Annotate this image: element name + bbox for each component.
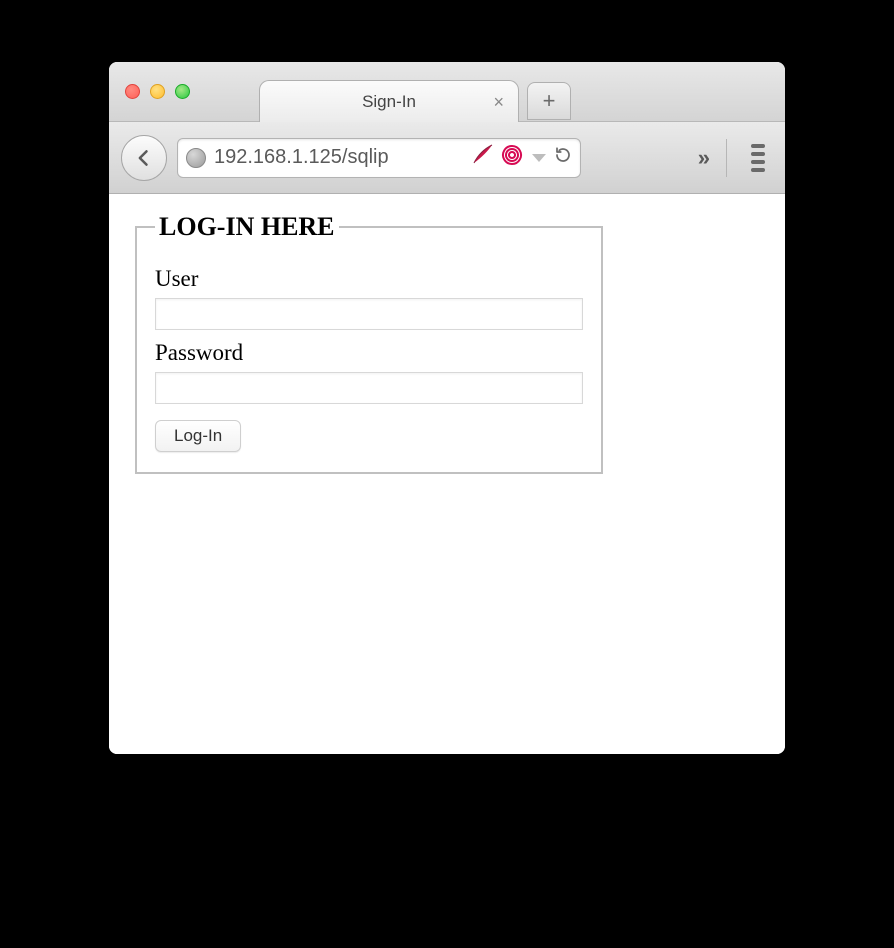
new-tab-button[interactable]: + bbox=[527, 82, 571, 120]
tab-strip: Sign-In × + bbox=[259, 69, 571, 122]
browser-tab[interactable]: Sign-In × bbox=[259, 80, 519, 122]
arrow-left-icon bbox=[134, 148, 154, 168]
menu-button[interactable] bbox=[743, 144, 773, 172]
window-minimize-button[interactable] bbox=[150, 84, 165, 99]
browser-toolbar: 192.168.1.125/sqlip » bbox=[109, 122, 785, 194]
login-fieldset: LOG-IN HERE User Password Log-In bbox=[135, 212, 603, 474]
titlebar: Sign-In × + bbox=[109, 62, 785, 122]
url-extensions bbox=[470, 143, 572, 172]
dropdown-arrow-icon[interactable] bbox=[532, 154, 546, 162]
user-label: User bbox=[155, 266, 583, 292]
password-label: Password bbox=[155, 340, 583, 366]
user-field-row: User bbox=[155, 266, 583, 330]
back-button[interactable] bbox=[121, 135, 167, 181]
globe-icon bbox=[186, 148, 206, 168]
login-button[interactable]: Log-In bbox=[155, 420, 241, 452]
tab-close-icon[interactable]: × bbox=[493, 93, 504, 111]
password-input[interactable] bbox=[155, 372, 583, 404]
traffic-lights bbox=[125, 84, 190, 99]
reload-button[interactable] bbox=[554, 146, 572, 169]
page-content: LOG-IN HERE User Password Log-In bbox=[109, 194, 785, 754]
password-field-row: Password bbox=[155, 340, 583, 404]
url-text: 192.168.1.125/sqlip bbox=[214, 146, 462, 169]
apache-feather-icon[interactable] bbox=[470, 143, 494, 172]
debian-swirl-icon[interactable] bbox=[500, 143, 524, 172]
overflow-chevrons-icon[interactable]: » bbox=[692, 145, 710, 171]
url-bar[interactable]: 192.168.1.125/sqlip bbox=[177, 138, 581, 178]
user-input[interactable] bbox=[155, 298, 583, 330]
login-legend: LOG-IN HERE bbox=[155, 212, 339, 242]
window-maximize-button[interactable] bbox=[175, 84, 190, 99]
browser-window: Sign-In × + 192.168.1.125/sqlip bbox=[109, 62, 785, 754]
window-close-button[interactable] bbox=[125, 84, 140, 99]
toolbar-separator bbox=[726, 139, 727, 177]
tab-title: Sign-In bbox=[362, 92, 416, 112]
